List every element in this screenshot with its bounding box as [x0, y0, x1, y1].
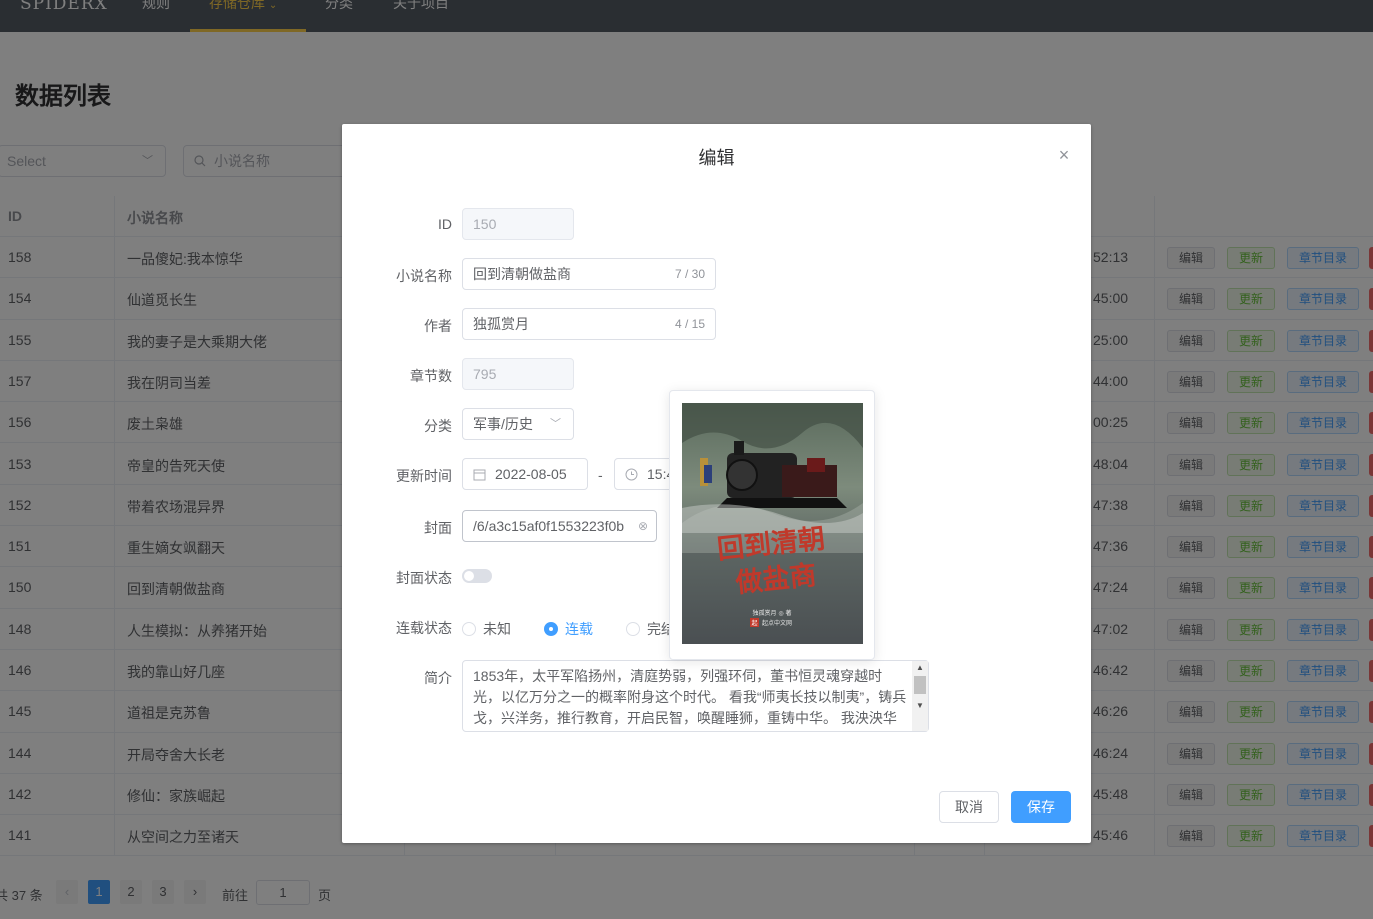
field-label-update-time: 更新时间	[396, 468, 452, 484]
scroll-up-icon[interactable]: ▲	[916, 663, 924, 672]
cover-image: 回到清朝 做盐商 独孤赏月 ◎ 著 起 起点中文网	[682, 403, 863, 644]
radio-circle	[626, 622, 640, 636]
id-field: 150	[462, 208, 574, 240]
cover-author-line: 独孤赏月 ◎ 著	[752, 609, 791, 617]
save-button[interactable]: 保存	[1011, 791, 1071, 823]
scroll-thumb[interactable]	[914, 676, 926, 694]
novel-name-value: 回到清朝做盐商	[473, 266, 571, 282]
radio-completed[interactable]: 完结	[626, 619, 675, 639]
date-time-separator: -	[598, 467, 603, 483]
radio-label: 连载	[565, 621, 593, 637]
chevron-down-icon: ﹀	[550, 418, 561, 430]
char-counter: 7 / 30	[674, 267, 705, 281]
cover-illustration: 回到清朝 做盐商 独孤赏月 ◎ 著 起 起点中文网	[682, 403, 863, 644]
novel-name-field[interactable]: 回到清朝做盐商 7 / 30	[462, 258, 716, 290]
radio-circle	[462, 622, 476, 636]
char-counter: 4 / 15	[674, 317, 705, 331]
field-label-cover-status: 封面状态	[396, 570, 452, 586]
cover-preview-popover: 回到清朝 做盐商 独孤赏月 ◎ 著 起 起点中文网	[669, 390, 875, 660]
cover-status-switch[interactable]	[462, 569, 492, 583]
clock-icon	[625, 468, 638, 481]
field-label-intro: 简介	[424, 670, 452, 686]
field-label-name: 小说名称	[396, 268, 452, 284]
author-field[interactable]: 独孤赏月 4 / 15	[462, 308, 716, 340]
dialog-title: 编辑	[698, 148, 735, 168]
clear-icon[interactable]: ⊗	[635, 511, 648, 541]
scroll-down-icon[interactable]: ▼	[916, 701, 924, 710]
radio-serializing[interactable]: 连载	[544, 619, 593, 639]
field-label-author: 作者	[424, 318, 452, 334]
cover-url-value: /6/a3c15af0f1553223f0b	[473, 518, 625, 534]
radio-circle	[544, 622, 558, 636]
date-value: 2022-08-05	[495, 466, 567, 482]
intro-textarea[interactable]: 1853年，太平军陷扬州，清庭势弱，列强环伺，董书恒灵魂穿越时光，以亿万分之一的…	[462, 660, 929, 732]
cancel-button[interactable]: 取消	[939, 791, 999, 823]
field-label-id: ID	[438, 216, 452, 232]
radio-label: 未知	[483, 621, 511, 637]
chapters-field: 795	[462, 358, 574, 390]
field-label-cover: 封面	[424, 520, 452, 536]
close-icon[interactable]: ×	[1054, 146, 1074, 166]
field-label-chapters: 章节数	[410, 368, 452, 384]
category-select[interactable]: 军事/历史 ﹀	[462, 408, 574, 440]
cover-url-field[interactable]: /6/a3c15af0f1553223f0b ⊗	[462, 510, 657, 542]
author-value: 独孤赏月	[473, 316, 529, 332]
radio-unknown[interactable]: 未知	[462, 619, 511, 639]
field-label-serial-status: 连载状态	[396, 620, 452, 636]
date-picker[interactable]: 2022-08-05	[462, 458, 588, 490]
category-value: 军事/历史	[473, 416, 533, 432]
cover-publisher: 起点中文网	[762, 619, 792, 627]
field-label-category: 分类	[424, 418, 452, 434]
cover-publisher-badge: 起	[751, 619, 757, 627]
textarea-scrollbar[interactable]: ▲ ▼	[912, 661, 928, 731]
calendar-icon	[473, 469, 486, 481]
